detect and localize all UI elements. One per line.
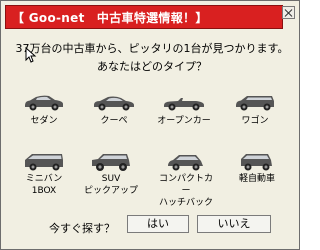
car-type-label: 軽自動車: [238, 174, 275, 184]
car-type-label: ワゴン: [241, 116, 269, 126]
search-prompt-text: 今すぐ探す？: [49, 222, 115, 235]
car-type-label: ミニバン 1BOX: [25, 174, 63, 196]
coupe-icon: [94, 96, 134, 111]
intro-message-line2: あなたはどのタイプ？: [97, 60, 207, 73]
sedan-icon: [25, 95, 63, 111]
convertible-icon: [164, 98, 204, 111]
no-button[interactable]: いいえ: [197, 215, 271, 233]
intro-message-line1: 37万台の中古車から、ピッタリの1台が見つかります。: [15, 42, 289, 55]
car-type-label: オープンカー: [157, 116, 211, 126]
dialog-window: 【 Goo-net 中古車特選情報！】 37万台の中古車から、ピッタリの1台が見…: [0, 0, 300, 250]
title-bar: 【 Goo-net 中古車特選情報！】: [5, 5, 283, 29]
car-type-label: コンパクトカー ハッチバック: [158, 174, 213, 208]
minivan-icon: [25, 154, 63, 171]
close-button[interactable]: [282, 6, 295, 19]
kei-car-icon: [241, 154, 272, 171]
window-title: 【 Goo-net 中古車特選情報！】: [12, 11, 208, 25]
car-type-label: SUV ピックアップ: [83, 174, 138, 196]
wagon-icon: [236, 96, 274, 111]
suv-icon: [92, 154, 130, 171]
mouse-cursor-icon: [25, 47, 37, 63]
car-type-label: クーペ: [100, 116, 128, 126]
car-type-label: セダン: [30, 116, 58, 126]
hatchback-icon: [168, 155, 203, 171]
yes-button[interactable]: はい: [127, 215, 189, 233]
